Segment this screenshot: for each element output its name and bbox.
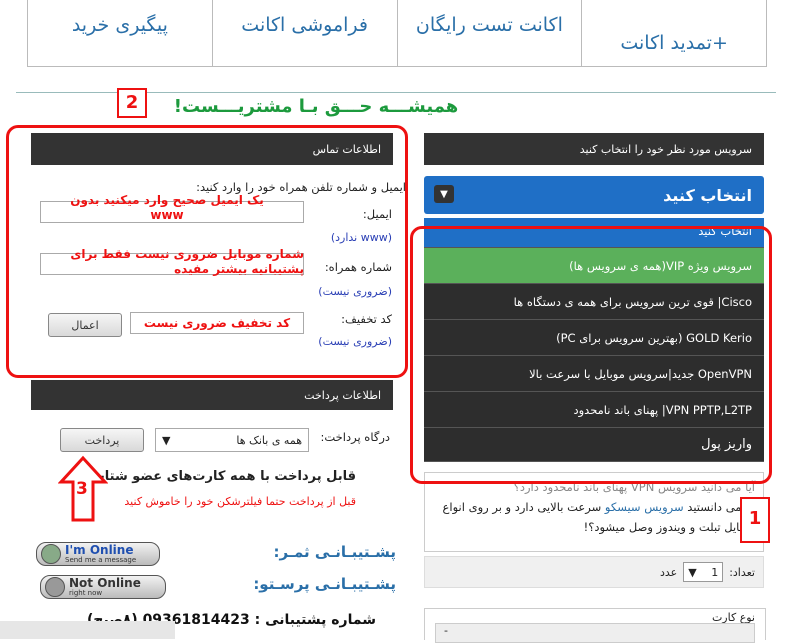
- card-type-box: نوع کارت -: [424, 608, 766, 643]
- tab-renew-account[interactable]: +تمدید اکانت: [581, 0, 766, 66]
- annotation-box-left: [6, 125, 408, 378]
- tab-free-test-account[interactable]: اکانت تست رایگان: [396, 0, 582, 66]
- quantity-bar: تعداد: 1 ▼ عدد: [424, 556, 764, 588]
- top-nav: +تمدید اکانت اکانت تست رایگان فراموشی اک…: [27, 0, 767, 67]
- quantity-unit: عدد: [659, 565, 678, 579]
- annotation-number-3: 3: [76, 479, 88, 499]
- service-description: آیا می دانید سرویس VPN پهنای باند نامحدو…: [424, 472, 764, 552]
- service-select-label: انتخاب کنید: [663, 185, 752, 205]
- offline-status-badge[interactable]: Not Online right now: [40, 575, 166, 599]
- chevron-down-icon: ▼: [162, 433, 171, 447]
- chevron-down-icon: ▼: [688, 565, 697, 579]
- quantity-label: تعداد:: [729, 565, 755, 579]
- chevron-down-icon: ▼: [434, 185, 454, 203]
- desc-line-3: موبایل تبلت و ویندوز وصل میشود؟!: [583, 520, 755, 534]
- annotation-box-right: [410, 226, 772, 484]
- support-samar-label: پشـتیبـانـی ثمـر:: [273, 543, 396, 561]
- online-status-badge[interactable]: I'm Online Send me a message: [36, 542, 160, 566]
- cisco-service-link[interactable]: سرویس سیسکو: [605, 500, 684, 514]
- gateway-select[interactable]: همه ی بانک ها ▼: [155, 428, 309, 452]
- service-select-dropdown[interactable]: انتخاب کنید ▼: [424, 176, 764, 214]
- bottom-bar: [0, 621, 175, 639]
- desc-line-2: آیا می دانستید سرویس سیسکو سرعت بالایی د…: [442, 500, 755, 514]
- quantity-select[interactable]: 1 ▼: [683, 562, 724, 582]
- card-type-field: -: [435, 623, 755, 643]
- payment-panel-header: اطلاعات پرداخت: [31, 380, 393, 410]
- annotation-number-2: 2: [117, 88, 147, 118]
- pay-button[interactable]: پرداخت: [60, 428, 144, 452]
- user-icon: [45, 577, 65, 597]
- gateway-label: درگاه پرداخت:: [320, 430, 390, 444]
- tab-track-purchase[interactable]: پیگیری خرید: [28, 0, 212, 66]
- vpn-warning: قبل از پرداخت حتما فیلترشکن خود را خاموش…: [124, 495, 356, 508]
- support-parastoo-label: پشـتیبـانـی پرسـتو:: [253, 575, 396, 593]
- tab-forgot-account[interactable]: فراموشی اکانت: [211, 0, 397, 66]
- cards-note: قابل پرداخت با همه کارت‌های عضو شتاب: [91, 469, 356, 484]
- service-panel-header: سرویس مورد نظر خود را انتخاب کنید: [424, 133, 764, 165]
- user-icon: [41, 544, 61, 564]
- annotation-number-1: 1: [740, 497, 770, 543]
